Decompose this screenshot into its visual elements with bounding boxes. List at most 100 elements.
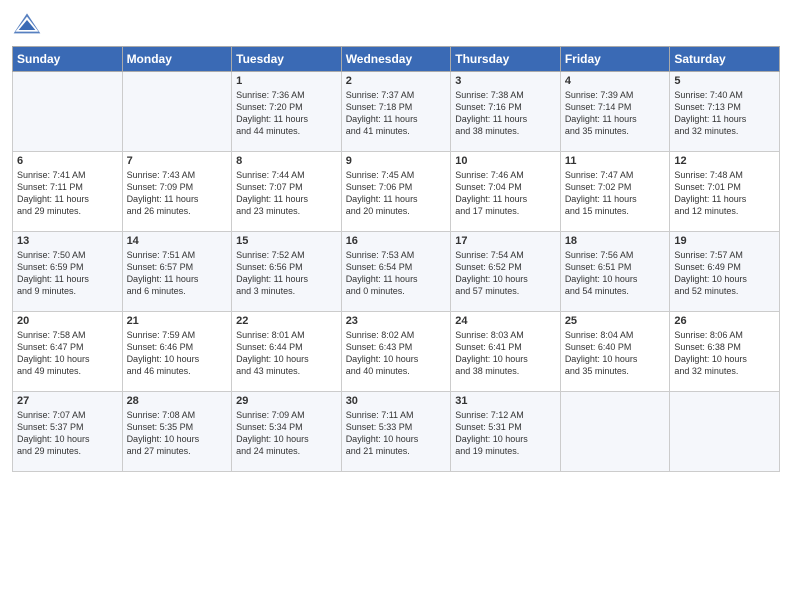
- calendar-cell: 11Sunrise: 7:47 AMSunset: 7:02 PMDayligh…: [560, 152, 670, 232]
- day-info: Sunrise: 7:07 AMSunset: 5:37 PMDaylight:…: [17, 409, 118, 458]
- day-info: Sunrise: 7:39 AMSunset: 7:14 PMDaylight:…: [565, 89, 666, 138]
- calendar-cell: 7 Sunrise: 7:43 AMSunset: 7:09 PMDaylight…: [122, 152, 232, 232]
- calendar-cell: 5 Sunrise: 7:40 AMSunset: 7:13 PMDaylight…: [670, 72, 780, 152]
- day-info: Sunrise: 7:58 AMSunset: 6:47 PMDaylight:…: [17, 329, 118, 378]
- day-info: Sunrise: 8:01 AMSunset: 6:44 PMDaylight:…: [236, 329, 337, 378]
- calendar-cell: 6 Sunrise: 7:41 AMSunset: 7:11 PMDaylight…: [13, 152, 123, 232]
- day-info: Sunrise: 7:56 AMSunset: 6:51 PMDaylight:…: [565, 249, 666, 298]
- calendar-week-4: 20Sunrise: 7:58 AMSunset: 6:47 PMDayligh…: [13, 312, 780, 392]
- calendar-cell: 19 Sunrise: 7:57 AMSunset: 6:49 PMDayligh…: [670, 232, 780, 312]
- calendar-cell: 9 Sunrise: 7:45 AMSunset: 7:06 PMDaylight…: [341, 152, 451, 232]
- calendar-cell: 14 Sunrise: 7:51 AMSunset: 6:57 PMDayligh…: [122, 232, 232, 312]
- column-header-wednesday: Wednesday: [341, 47, 451, 72]
- calendar-cell: 27 Sunrise: 7:07 AMSunset: 5:37 PMDayligh…: [13, 392, 123, 472]
- day-info: Sunrise: 7:36 AMSunset: 7:20 PMDaylight:…: [236, 89, 337, 138]
- day-number: 3: [455, 75, 556, 87]
- day-number: 27: [17, 395, 118, 407]
- calendar-cell: 30 Sunrise: 7:11 AMSunset: 5:33 PMDayligh…: [341, 392, 451, 472]
- calendar-table: SundayMondayTuesdayWednesdayThursdayFrid…: [12, 46, 780, 472]
- calendar-cell: 28 Sunrise: 7:08 AMSunset: 5:35 PMDayligh…: [122, 392, 232, 472]
- day-number: 26: [674, 315, 775, 327]
- day-info: Sunrise: 8:03 AMSunset: 6:41 PMDaylight:…: [455, 329, 556, 378]
- day-number: 31: [455, 395, 556, 407]
- calendar-cell: 25Sunrise: 8:04 AMSunset: 6:40 PMDayligh…: [560, 312, 670, 392]
- day-number: 25: [565, 315, 666, 327]
- day-number: 4: [565, 75, 666, 87]
- calendar-week-3: 13 Sunrise: 7:50 AMSunset: 6:59 PMDayligh…: [13, 232, 780, 312]
- day-info: Sunrise: 7:46 AMSunset: 7:04 PMDaylight:…: [455, 169, 556, 218]
- day-number: 12: [674, 155, 775, 167]
- calendar-cell: 31 Sunrise: 7:12 AMSunset: 5:31 PMDayligh…: [451, 392, 561, 472]
- column-header-saturday: Saturday: [670, 47, 780, 72]
- day-info: Sunrise: 7:44 AMSunset: 7:07 PMDaylight:…: [236, 169, 337, 218]
- day-info: Sunrise: 7:57 AMSunset: 6:49 PMDaylight:…: [674, 249, 775, 298]
- calendar-cell: 16 Sunrise: 7:53 AMSunset: 6:54 PMDayligh…: [341, 232, 451, 312]
- calendar-cell: 17 Sunrise: 7:54 AMSunset: 6:52 PMDayligh…: [451, 232, 561, 312]
- day-number: 9: [346, 155, 447, 167]
- calendar-cell: 21Sunrise: 7:59 AMSunset: 6:46 PMDayligh…: [122, 312, 232, 392]
- day-info: Sunrise: 7:08 AMSunset: 5:35 PMDaylight:…: [127, 409, 228, 458]
- logo: [12, 10, 46, 40]
- day-number: 8: [236, 155, 337, 167]
- day-number: 16: [346, 235, 447, 247]
- calendar-cell: 26 Sunrise: 8:06 AMSunset: 6:38 PMDayligh…: [670, 312, 780, 392]
- calendar-cell: 4 Sunrise: 7:39 AMSunset: 7:14 PMDaylight…: [560, 72, 670, 152]
- day-number: 13: [17, 235, 118, 247]
- calendar-cell: 15Sunrise: 7:52 AMSunset: 6:56 PMDayligh…: [232, 232, 342, 312]
- day-number: 24: [455, 315, 556, 327]
- calendar-cell: 22Sunrise: 8:01 AMSunset: 6:44 PMDayligh…: [232, 312, 342, 392]
- day-number: 18: [565, 235, 666, 247]
- day-info: Sunrise: 7:11 AMSunset: 5:33 PMDaylight:…: [346, 409, 447, 458]
- calendar-cell: 12Sunrise: 7:48 AMSunset: 7:01 PMDayligh…: [670, 152, 780, 232]
- calendar-cell: 8 Sunrise: 7:44 AMSunset: 7:07 PMDaylight…: [232, 152, 342, 232]
- calendar-cell: 1 Sunrise: 7:36 AMSunset: 7:20 PMDaylight…: [232, 72, 342, 152]
- day-info: Sunrise: 7:40 AMSunset: 7:13 PMDaylight:…: [674, 89, 775, 138]
- day-number: 19: [674, 235, 775, 247]
- column-header-tuesday: Tuesday: [232, 47, 342, 72]
- calendar-cell: [670, 392, 780, 472]
- day-info: Sunrise: 7:50 AMSunset: 6:59 PMDaylight:…: [17, 249, 118, 298]
- calendar-cell: [122, 72, 232, 152]
- day-info: Sunrise: 8:06 AMSunset: 6:38 PMDaylight:…: [674, 329, 775, 378]
- day-info: Sunrise: 7:52 AMSunset: 6:56 PMDaylight:…: [236, 249, 337, 298]
- calendar-cell: 18 Sunrise: 7:56 AMSunset: 6:51 PMDayligh…: [560, 232, 670, 312]
- day-number: 23: [346, 315, 447, 327]
- day-number: 29: [236, 395, 337, 407]
- column-header-monday: Monday: [122, 47, 232, 72]
- day-info: Sunrise: 7:43 AMSunset: 7:09 PMDaylight:…: [127, 169, 228, 218]
- calendar-cell: 2Sunrise: 7:37 AMSunset: 7:18 PMDaylight…: [341, 72, 451, 152]
- calendar-cell: 3 Sunrise: 7:38 AMSunset: 7:16 PMDaylight…: [451, 72, 561, 152]
- day-number: 30: [346, 395, 447, 407]
- day-number: 14: [127, 235, 228, 247]
- calendar-cell: 29 Sunrise: 7:09 AMSunset: 5:34 PMDayligh…: [232, 392, 342, 472]
- day-info: Sunrise: 7:41 AMSunset: 7:11 PMDaylight:…: [17, 169, 118, 218]
- calendar-cell: 20Sunrise: 7:58 AMSunset: 6:47 PMDayligh…: [13, 312, 123, 392]
- calendar-cell: 13 Sunrise: 7:50 AMSunset: 6:59 PMDayligh…: [13, 232, 123, 312]
- day-number: 10: [455, 155, 556, 167]
- day-info: Sunrise: 7:47 AMSunset: 7:02 PMDaylight:…: [565, 169, 666, 218]
- column-header-friday: Friday: [560, 47, 670, 72]
- day-info: Sunrise: 7:12 AMSunset: 5:31 PMDaylight:…: [455, 409, 556, 458]
- calendar-week-2: 6 Sunrise: 7:41 AMSunset: 7:11 PMDaylight…: [13, 152, 780, 232]
- day-number: 5: [674, 75, 775, 87]
- logo-icon: [12, 10, 42, 40]
- day-info: Sunrise: 7:51 AMSunset: 6:57 PMDaylight:…: [127, 249, 228, 298]
- day-number: 7: [127, 155, 228, 167]
- day-info: Sunrise: 7:45 AMSunset: 7:06 PMDaylight:…: [346, 169, 447, 218]
- calendar-cell: 24 Sunrise: 8:03 AMSunset: 6:41 PMDayligh…: [451, 312, 561, 392]
- day-info: Sunrise: 7:09 AMSunset: 5:34 PMDaylight:…: [236, 409, 337, 458]
- calendar-week-1: 1 Sunrise: 7:36 AMSunset: 7:20 PMDaylight…: [13, 72, 780, 152]
- column-header-thursday: Thursday: [451, 47, 561, 72]
- page-container: SundayMondayTuesdayWednesdayThursdayFrid…: [0, 0, 792, 482]
- calendar-cell: 23 Sunrise: 8:02 AMSunset: 6:43 PMDayligh…: [341, 312, 451, 392]
- day-number: 6: [17, 155, 118, 167]
- day-number: 28: [127, 395, 228, 407]
- day-info: Sunrise: 7:38 AMSunset: 7:16 PMDaylight:…: [455, 89, 556, 138]
- day-info: Sunrise: 7:54 AMSunset: 6:52 PMDaylight:…: [455, 249, 556, 298]
- day-number: 17: [455, 235, 556, 247]
- header-row: SundayMondayTuesdayWednesdayThursdayFrid…: [13, 47, 780, 72]
- day-number: 1: [236, 75, 337, 87]
- day-info: Sunrise: 7:53 AMSunset: 6:54 PMDaylight:…: [346, 249, 447, 298]
- day-info: Sunrise: 7:37 AMSunset: 7:18 PMDaylight:…: [346, 89, 447, 138]
- day-info: Sunrise: 8:02 AMSunset: 6:43 PMDaylight:…: [346, 329, 447, 378]
